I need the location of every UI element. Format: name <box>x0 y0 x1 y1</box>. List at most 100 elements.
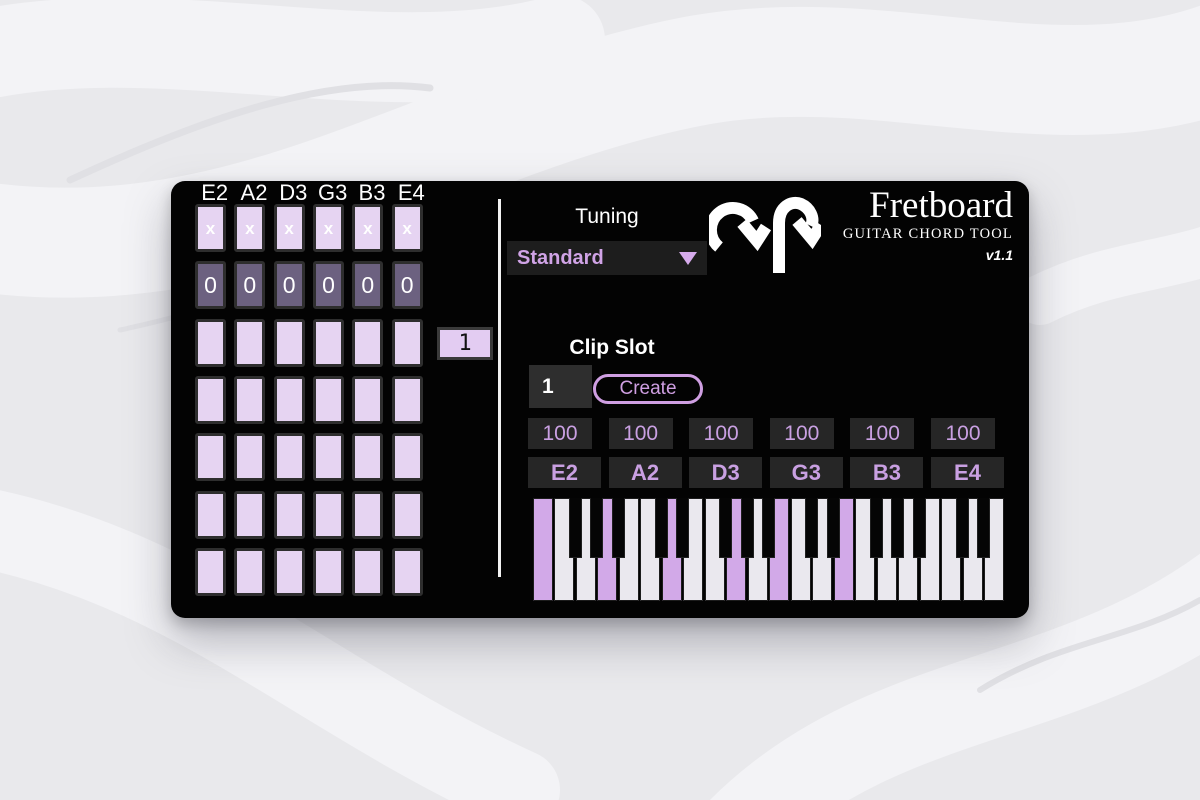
black-key-G#3[interactable] <box>741 498 754 558</box>
fret-number-box[interactable]: 1 <box>437 327 493 360</box>
fret-cell[interactable] <box>195 319 226 367</box>
create-button-label: Create <box>619 378 676 400</box>
tuning-selected-value: Standard <box>507 247 679 270</box>
fret-cell-mute[interactable]: x <box>392 204 423 252</box>
fret-cell[interactable] <box>234 376 265 424</box>
fret-cell[interactable] <box>313 433 344 481</box>
string-label: A2 <box>234 182 273 204</box>
fret-cell[interactable] <box>195 376 226 424</box>
fret-cell-mute[interactable]: x <box>274 204 305 252</box>
tuning-dropdown[interactable]: Standard <box>507 241 707 275</box>
black-key-F#4[interactable] <box>870 498 883 558</box>
open-zero-glyph: 0 <box>283 274 296 297</box>
fret-cell-open[interactable]: 0 <box>234 261 265 309</box>
fret-cell[interactable] <box>274 491 305 539</box>
fret-cell[interactable] <box>313 319 344 367</box>
fret-cell-open[interactable]: 0 <box>195 261 226 309</box>
velocity-box[interactable]: 100 <box>689 418 753 449</box>
piano-keyboard <box>532 498 1005 601</box>
mute-x-glyph: x <box>363 220 372 237</box>
fret-cell[interactable] <box>234 433 265 481</box>
fret-cell-mute[interactable]: x <box>352 204 383 252</box>
note-box[interactable]: B3 <box>850 457 923 488</box>
brand-version: v1.1 <box>843 247 1013 263</box>
fret-cell-mute[interactable]: x <box>195 204 226 252</box>
fret-cell[interactable] <box>274 548 305 596</box>
fret-number-value: 1 <box>458 331 471 356</box>
black-key-D#4[interactable] <box>827 498 840 558</box>
velocity-box[interactable]: 100 <box>770 418 834 449</box>
fret-cell[interactable] <box>313 548 344 596</box>
open-zero-glyph: 0 <box>361 274 374 297</box>
mute-x-glyph: x <box>324 220 333 237</box>
brand-title: Fretboard <box>843 187 1013 225</box>
black-key-F#2[interactable] <box>569 498 582 558</box>
fret-cell[interactable] <box>234 548 265 596</box>
fret-cell[interactable] <box>392 376 423 424</box>
mute-x-glyph: x <box>206 220 215 237</box>
black-key-D#3[interactable] <box>676 498 689 558</box>
velocity-box[interactable]: 100 <box>609 418 673 449</box>
fret-cell-open[interactable]: 0 <box>274 261 305 309</box>
black-key-G#4[interactable] <box>891 498 904 558</box>
black-key-F#3[interactable] <box>719 498 732 558</box>
fret-cell-open[interactable]: 0 <box>352 261 383 309</box>
velocity-box[interactable]: 100 <box>931 418 995 449</box>
fret-cell[interactable] <box>313 376 344 424</box>
open-zero-glyph: 0 <box>322 274 335 297</box>
fret-cell[interactable] <box>392 548 423 596</box>
fretboard-device-panel: E2A2D3G3B3E4 xxxxxx000000 1 Tuning Stand… <box>171 181 1029 618</box>
mute-x-glyph: x <box>245 220 254 237</box>
velocity-box[interactable]: 100 <box>528 418 592 449</box>
fret-cell[interactable] <box>234 319 265 367</box>
fret-cell[interactable] <box>352 433 383 481</box>
fret-cell[interactable] <box>352 376 383 424</box>
open-zero-glyph: 0 <box>204 274 217 297</box>
note-box[interactable]: D3 <box>689 457 762 488</box>
fret-cell-open[interactable]: 0 <box>392 261 423 309</box>
fret-cell-open[interactable]: 0 <box>313 261 344 309</box>
fret-cell[interactable] <box>392 319 423 367</box>
clip-slot-label: Clip Slot <box>512 336 712 360</box>
black-key-A#2[interactable] <box>612 498 625 558</box>
note-box[interactable]: A2 <box>609 457 682 488</box>
string-label: B3 <box>352 182 391 204</box>
note-box[interactable]: E4 <box>931 457 1004 488</box>
mute-x-glyph: x <box>402 220 411 237</box>
open-zero-glyph: 0 <box>243 274 256 297</box>
fret-cell[interactable] <box>274 376 305 424</box>
black-key-A#4[interactable] <box>913 498 926 558</box>
fret-cell-mute[interactable]: x <box>313 204 344 252</box>
fret-cell[interactable] <box>352 491 383 539</box>
black-key-G#2[interactable] <box>590 498 603 558</box>
note-box[interactable]: E2 <box>528 457 601 488</box>
velocity-box[interactable]: 100 <box>850 418 914 449</box>
fret-cell[interactable] <box>313 491 344 539</box>
black-key-D#5[interactable] <box>977 498 990 558</box>
black-key-C#3[interactable] <box>655 498 668 558</box>
black-key-C#5[interactable] <box>956 498 969 558</box>
fret-cell[interactable] <box>195 433 226 481</box>
fret-cell-mute[interactable]: x <box>234 204 265 252</box>
note-box[interactable]: G3 <box>770 457 843 488</box>
fret-cell[interactable] <box>195 548 226 596</box>
double-hook-logo-icon <box>709 195 821 273</box>
fret-cell[interactable] <box>392 491 423 539</box>
fret-cell[interactable] <box>392 433 423 481</box>
fret-cell[interactable] <box>195 491 226 539</box>
fret-cell[interactable] <box>234 491 265 539</box>
string-label: D3 <box>274 182 313 204</box>
chevron-down-icon <box>679 252 697 265</box>
mute-x-glyph: x <box>284 220 293 237</box>
fret-cell[interactable] <box>274 319 305 367</box>
clip-slot-number-box[interactable]: 1 <box>529 365 592 408</box>
white-key-E2[interactable] <box>533 498 553 601</box>
fret-cell[interactable] <box>352 548 383 596</box>
fret-cell[interactable] <box>352 319 383 367</box>
black-key-A#3[interactable] <box>762 498 775 558</box>
black-key-C#4[interactable] <box>805 498 818 558</box>
string-label: E2 <box>195 182 234 204</box>
create-clip-button[interactable]: Create <box>593 374 703 404</box>
string-label: E4 <box>392 182 431 204</box>
fret-cell[interactable] <box>274 433 305 481</box>
